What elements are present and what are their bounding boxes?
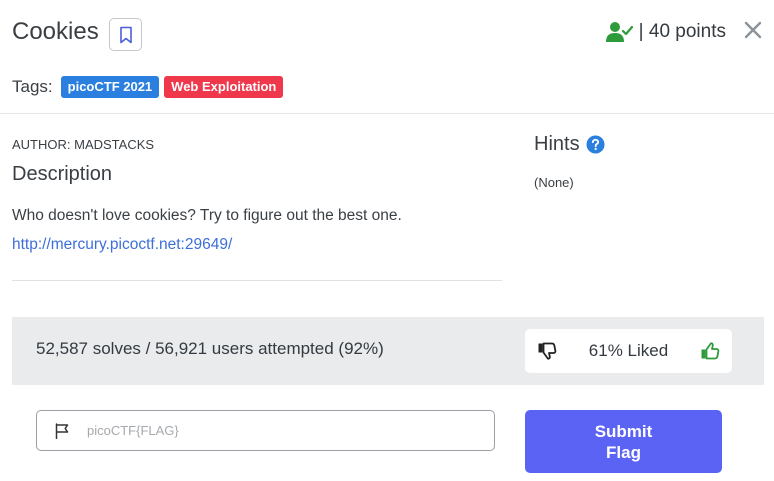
user-check-icon: [605, 22, 633, 42]
points-display: | 40 points: [605, 20, 726, 44]
flag-icon: [55, 423, 69, 439]
challenge-header: Cookies | 40 points: [0, 0, 774, 70]
hints-heading-label: Hints: [534, 133, 580, 155]
stats-band: 52,587 solves / 56,921 users attempted (…: [12, 317, 764, 385]
flag-input[interactable]: [87, 411, 487, 450]
hints-heading: Hints: [534, 133, 605, 156]
tags-label: Tags:: [12, 77, 53, 96]
submit-flag-label: Submit Flag: [594, 421, 653, 462]
submit-flag-button[interactable]: Submit Flag: [525, 410, 722, 473]
challenge-link[interactable]: http://mercury.picoctf.net:29649/: [12, 236, 232, 254]
tags-row: Tags: picoCTF 2021 Web Exploitation: [12, 76, 288, 98]
bookmark-button[interactable]: [109, 18, 142, 51]
liked-percent-text: 61% Liked: [588, 341, 669, 360]
description-divider: [12, 280, 502, 281]
tag-picoctf-2021[interactable]: picoCTF 2021: [60, 76, 160, 98]
thumbs-down-icon[interactable]: [537, 341, 557, 361]
close-icon[interactable]: [742, 19, 764, 41]
thumbs-up-icon[interactable]: [700, 341, 720, 361]
header-divider: [0, 113, 774, 114]
help-icon[interactable]: [586, 135, 605, 154]
bookmark-icon: [119, 26, 132, 43]
challenge-title: Cookies: [12, 18, 99, 45]
tag-web-exploitation[interactable]: Web Exploitation: [164, 76, 284, 98]
description-text: Who doesn't love cookies? Try to figure …: [12, 207, 402, 224]
like-box: 61% Liked: [525, 329, 732, 373]
hints-text: (None): [534, 175, 574, 190]
solves-text: 52,587 solves / 56,921 users attempted (…: [36, 339, 384, 358]
author-label: AUTHOR: MADSTACKS: [12, 137, 155, 152]
points-text: | 40 points: [638, 21, 726, 42]
flag-input-wrapper: [36, 410, 495, 451]
description-heading: Description: [12, 163, 113, 185]
